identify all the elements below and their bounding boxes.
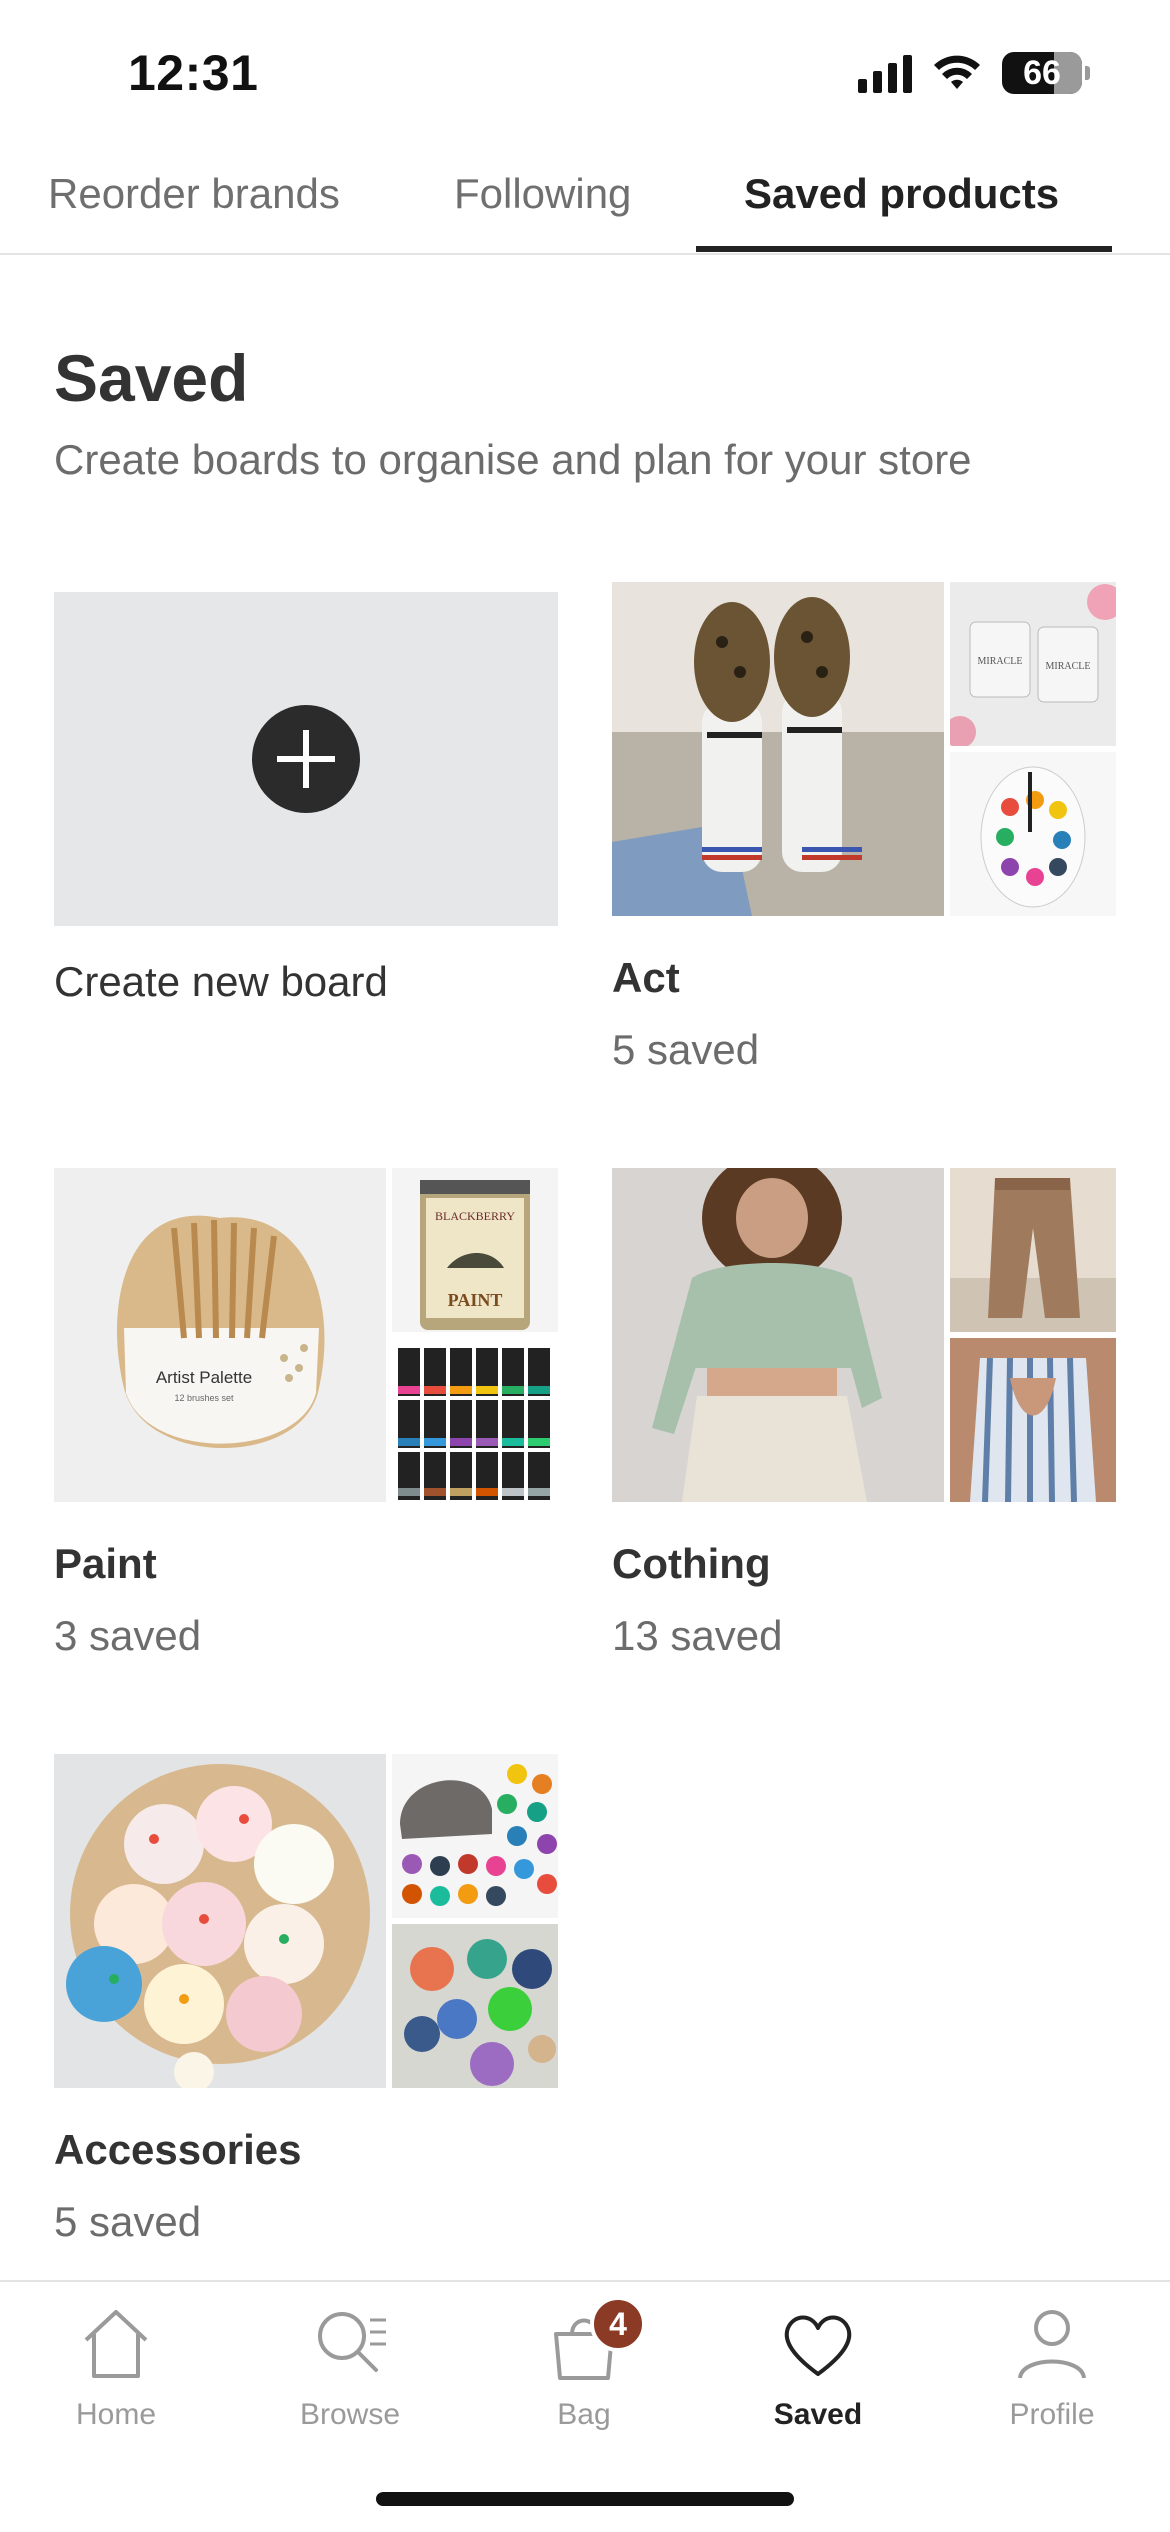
product-image-watercolor-palette bbox=[950, 752, 1116, 916]
nav-item-profile[interactable]: Profile bbox=[952, 2304, 1152, 2432]
page-subtitle: Create boards to organise and plan for y… bbox=[54, 436, 972, 483]
heart-icon bbox=[784, 2315, 852, 2376]
nav-label-browse: Browse bbox=[299, 2398, 401, 2431]
create-board-card[interactable]: Create new board bbox=[54, 592, 558, 1006]
wifi-icon bbox=[934, 55, 980, 89]
nav-label-home: Home bbox=[75, 2398, 157, 2431]
product-image-artist-palette: Artist Palette 12 brushes set bbox=[54, 1168, 386, 1502]
nav-item-saved[interactable]: Saved bbox=[718, 2304, 918, 2432]
product-image-paint-can: BLACKBERRY PAINT bbox=[392, 1168, 558, 1332]
page-title: Saved bbox=[54, 341, 249, 415]
jar-label-2: MIRACLE bbox=[1046, 661, 1091, 672]
create-board-label: Create new board bbox=[54, 958, 388, 1005]
browse-icon bbox=[318, 2312, 386, 2372]
product-image-flower-clips bbox=[392, 1924, 558, 2088]
product-image-shoes bbox=[612, 582, 944, 916]
nav-label-saved: Saved bbox=[773, 2398, 863, 2431]
product-image-jars: MIRACLE MIRACLE bbox=[950, 582, 1116, 746]
battery-icon: 66 bbox=[1002, 52, 1090, 94]
board-thumbnails bbox=[54, 1754, 558, 2088]
product-image-caps bbox=[392, 1754, 558, 1918]
status-bar: 12:31 66 bbox=[0, 0, 1170, 150]
board-thumbnails bbox=[612, 1168, 1116, 1502]
tab-saved-products[interactable]: Saved products bbox=[744, 170, 1059, 218]
home-indicator bbox=[376, 2492, 794, 2506]
board-name: Cothing bbox=[612, 1540, 771, 1587]
product-image-scrunchies bbox=[54, 1754, 386, 2088]
paint-can-label: PAINT bbox=[448, 1290, 503, 1310]
battery-level: 66 bbox=[1023, 53, 1061, 92]
product-image-trousers bbox=[950, 1168, 1116, 1332]
palette-title: Artist Palette bbox=[156, 1368, 252, 1387]
board-card-paint[interactable]: Artist Palette 12 brushes set BLACKBERRY… bbox=[54, 1168, 558, 1660]
active-tab-indicator bbox=[696, 246, 1112, 252]
profile-icon bbox=[1018, 2310, 1086, 2379]
tab-bar: Reorder brands Following Saved products bbox=[0, 150, 1170, 255]
board-card-cothing[interactable]: Cothing 13 saved bbox=[612, 1168, 1116, 1660]
board-card-accessories[interactable]: Accessories 5 saved bbox=[54, 1754, 558, 2246]
palette-subtitle: 12 brushes set bbox=[174, 1393, 234, 1403]
board-saved-count: 5 saved bbox=[54, 2198, 202, 2245]
product-image-paint-bottles bbox=[392, 1338, 558, 1502]
board-thumbnails: Artist Palette 12 brushes set BLACKBERRY… bbox=[54, 1168, 558, 1502]
nav-item-bag[interactable]: 4 Bag bbox=[484, 2296, 684, 2432]
nav-label-bag: Bag bbox=[557, 2398, 611, 2431]
nav-item-browse[interactable]: Browse bbox=[250, 2304, 450, 2432]
status-icons: 66 bbox=[858, 52, 1090, 94]
product-image-lace-top bbox=[612, 1168, 944, 1502]
product-image-striped-top bbox=[950, 1338, 1116, 1502]
bag-count-badge: 4 bbox=[590, 2296, 646, 2352]
board-saved-count: 3 saved bbox=[54, 1612, 202, 1659]
board-thumbnails: MIRACLE MIRACLE bbox=[612, 582, 1116, 916]
board-card-act[interactable]: MIRACLE MIRACLE Act 5 saved bbox=[612, 582, 1116, 1074]
tab-reorder-brands[interactable]: Reorder brands bbox=[48, 170, 340, 218]
create-board-tile[interactable] bbox=[54, 592, 558, 926]
status-time: 12:31 bbox=[128, 45, 259, 101]
board-name: Paint bbox=[54, 1540, 157, 1587]
home-icon bbox=[84, 2310, 148, 2378]
board-saved-count: 13 saved bbox=[612, 1612, 783, 1659]
board-saved-count: 5 saved bbox=[612, 1026, 760, 1073]
plus-icon bbox=[252, 705, 360, 813]
board-name: Act bbox=[612, 954, 680, 1001]
tab-following[interactable]: Following bbox=[454, 170, 631, 218]
nav-item-home[interactable]: Home bbox=[16, 2304, 216, 2432]
nav-label-profile: Profile bbox=[1009, 2398, 1095, 2431]
cellular-signal-icon bbox=[858, 53, 912, 93]
jar-label: MIRACLE bbox=[978, 656, 1023, 667]
board-name: Accessories bbox=[54, 2126, 302, 2173]
paint-can-brand: BLACKBERRY bbox=[435, 1209, 515, 1223]
